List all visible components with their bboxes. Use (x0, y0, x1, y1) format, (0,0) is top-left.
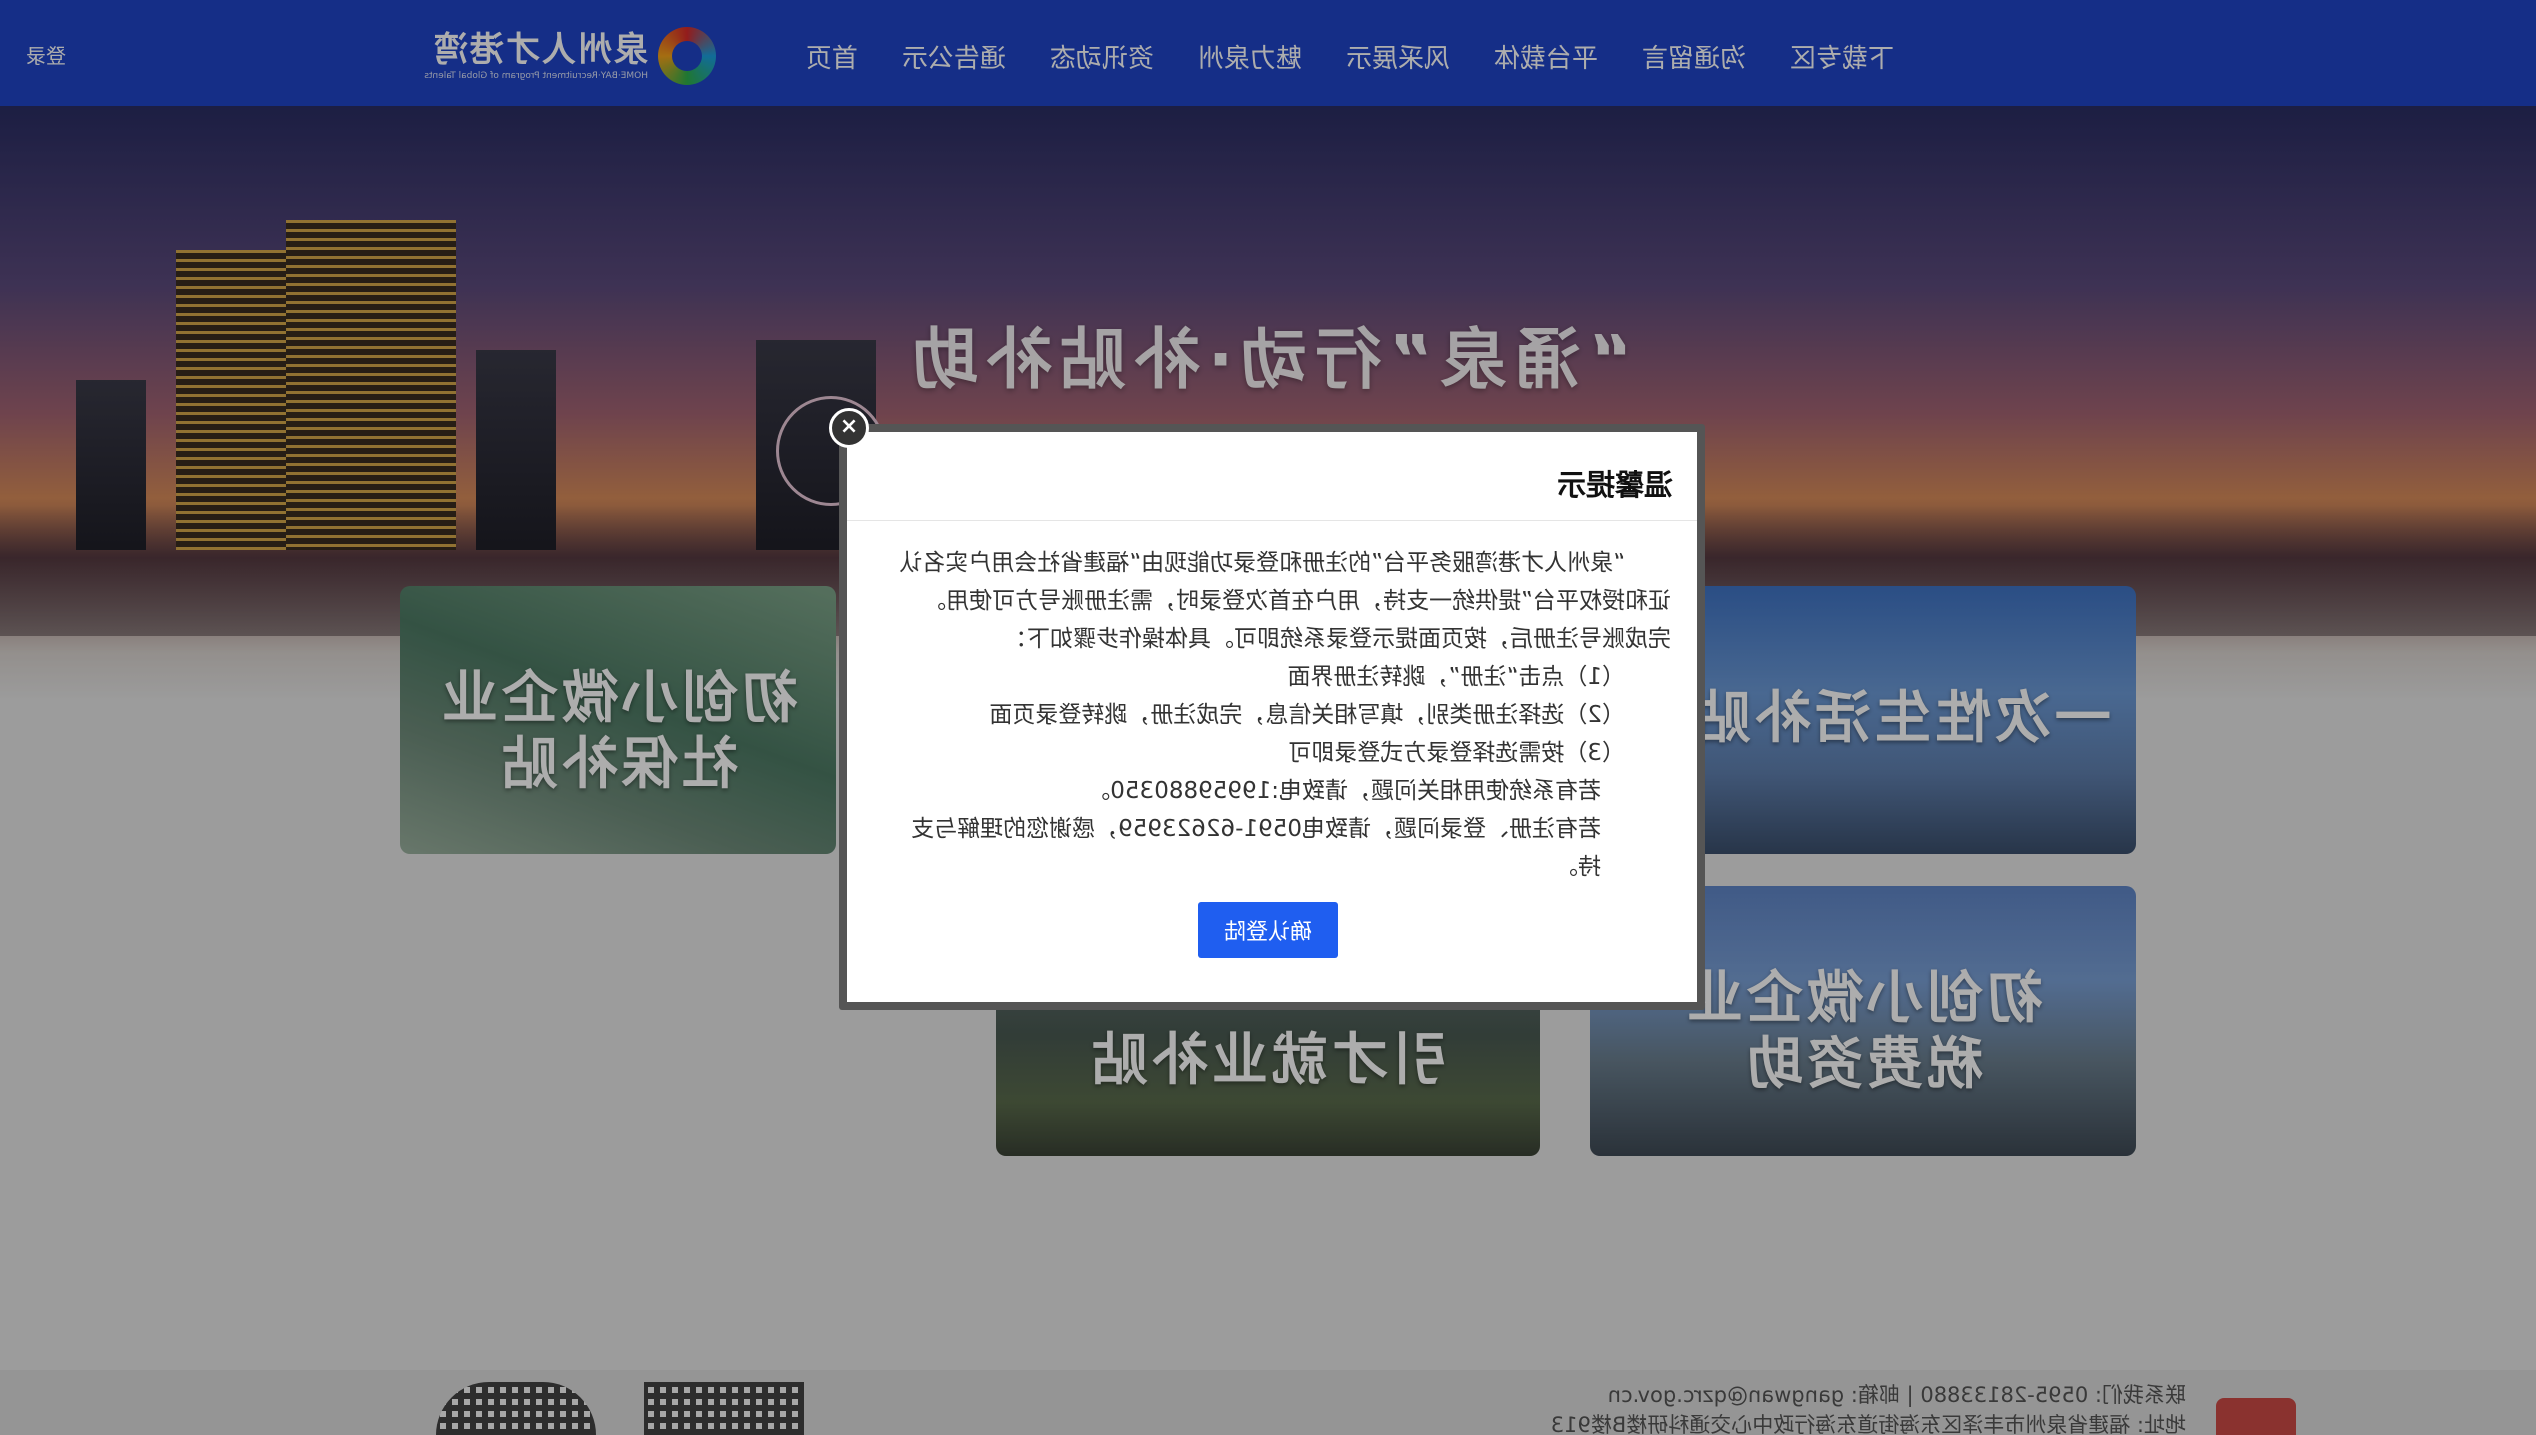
dialog-step: （3）按需选择登录方式登录即可 (1288, 740, 1625, 766)
notice-dialog-body: 温馨提示 “泉州人才港湾服务平台”的注册和登录功能现由“福建省社会用户实名认 证… (847, 432, 1697, 1002)
dialog-step: （2）选择注册类别，填写相关信息，完成注册，跳转登录页面 (989, 702, 1625, 728)
close-icon[interactable]: × (829, 408, 869, 448)
dialog-title: 温馨提示 (1556, 468, 1673, 502)
dialog-step: （1）点击“注册”，跳转注册界面 (1287, 664, 1625, 690)
dialog-content: “泉州人才港湾服务平台”的注册和登录功能现由“福建省社会用户实名认 证和授权平台… (871, 544, 1671, 886)
divider (847, 520, 1697, 521)
notice-dialog: 温馨提示 “泉州人才港湾服务平台”的注册和登录功能现由“福建省社会用户实名认 证… (829, 408, 1705, 1010)
dialog-line: “泉州人才港湾服务平台”的注册和登录功能现由“福建省社会用户实名认 (899, 550, 1625, 576)
dialog-line: 若有系统使用相关问题，请致电:19959880350。 (1087, 778, 1601, 804)
confirm-login-button[interactable]: 确认登陆 (1198, 902, 1338, 958)
dialog-line: 完成账号注册后，按页面提示登录系统即可。具体操作步骤如下： (1004, 626, 1671, 652)
dialog-line: 证和授权平台”提供统一支持，用户在首次登录时，需注册账号方可使用。 (923, 588, 1671, 614)
dialog-line: 若有注册、登录问题，请致电0591-62623959，感谢您的理解与支持。 (911, 816, 1601, 880)
